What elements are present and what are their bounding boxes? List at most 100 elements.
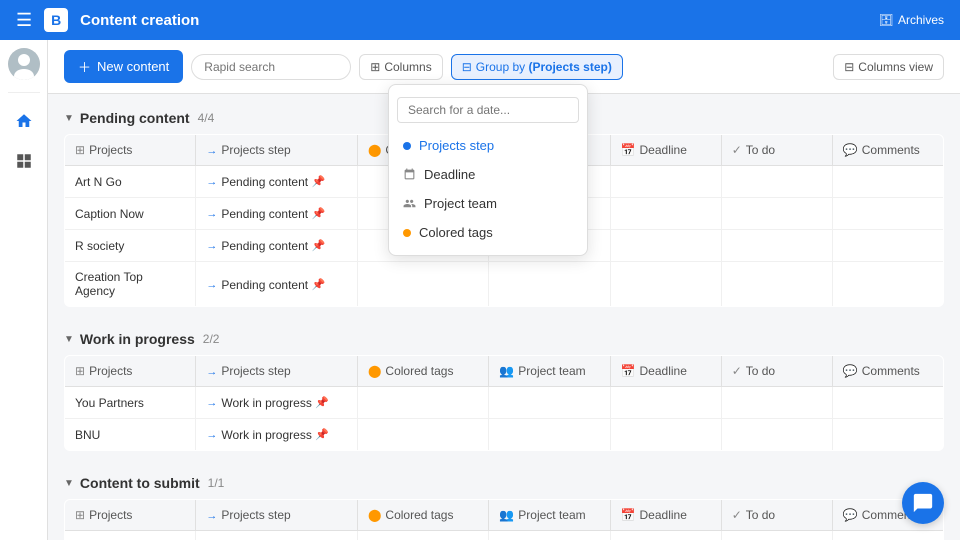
dropdown-search-input[interactable] xyxy=(397,97,579,123)
check-icon: ✓ xyxy=(732,143,742,157)
sidebar-grid-icon[interactable] xyxy=(8,145,40,177)
cell-todo xyxy=(721,419,832,451)
cell-todo xyxy=(721,166,832,198)
th-deadline: 📅Deadline xyxy=(610,135,721,166)
pin-icon: 📌 xyxy=(315,429,329,441)
th-colored-tags: ⬤Colored tags xyxy=(357,500,488,531)
archive-icon: 🗄 xyxy=(879,13,894,27)
th-comments: 💬Comments xyxy=(832,135,943,166)
columns-view-button[interactable]: ⊟ Columns view xyxy=(833,54,944,80)
main-content: ＋ New content ⊞ Columns ⊟ Group by (Proj… xyxy=(48,40,960,540)
cell-todo xyxy=(721,230,832,262)
th-todo: ✓To do xyxy=(721,500,832,531)
cell-deadline xyxy=(610,198,721,230)
chevron-icon: ▼ xyxy=(64,478,74,489)
cell-comments xyxy=(832,419,943,451)
group-by-button[interactable]: ⊟ Group by (Projects step) xyxy=(451,54,623,80)
cell-todo xyxy=(721,531,832,540)
cell-todo xyxy=(721,387,832,419)
arrow-icon: → xyxy=(206,510,217,522)
section-title: Work in progress xyxy=(80,331,195,347)
th-projects: ⊞Projects xyxy=(65,135,196,166)
cell-step: → Pending content 📌 xyxy=(196,262,358,307)
avatar[interactable] xyxy=(8,48,40,80)
cell-step: → Content to submit 📌 xyxy=(196,531,358,540)
search-input[interactable] xyxy=(191,54,351,80)
wip-table: ⊞Projects →Projects step ⬤Colored tags 👥… xyxy=(64,355,944,451)
cell-team xyxy=(489,387,610,419)
dropdown-item-projects-step[interactable]: Projects step xyxy=(389,131,587,160)
cal-icon: 📅 xyxy=(621,508,636,522)
left-sidebar xyxy=(0,40,48,540)
arrow-icon: → xyxy=(206,145,217,157)
cell-step: → Pending content 📌 xyxy=(196,198,358,230)
columns-button[interactable]: ⊞ Columns xyxy=(359,54,442,80)
dropdown-item-deadline[interactable]: Deadline xyxy=(389,160,587,189)
pin-icon: 📌 xyxy=(311,208,325,220)
group-by-label: Group by (Projects step) xyxy=(476,60,612,74)
step-arrow-icon: → xyxy=(206,176,217,188)
cell-todo xyxy=(721,262,832,307)
cell-deadline xyxy=(610,166,721,198)
cell-comments xyxy=(832,230,943,262)
pin-icon: 📌 xyxy=(311,176,325,188)
cell-project: Art N Go xyxy=(65,166,196,198)
th-project-team: 👥Project team xyxy=(489,356,610,387)
step-arrow-icon: → xyxy=(206,208,217,220)
table-row: Acme → Content to submit 📌 xyxy=(65,531,944,540)
comment-icon: 💬 xyxy=(843,143,858,157)
cell-deadline xyxy=(610,230,721,262)
arrow-icon: → xyxy=(206,366,217,378)
brand-logo: B xyxy=(44,8,68,32)
columns-icon: ⊞ xyxy=(370,60,380,74)
plus-icon: ＋ xyxy=(78,57,91,76)
cell-tags xyxy=(357,531,488,540)
section-work-in-progress: ▼ Work in progress 2/2 ⊞Projects →Projec… xyxy=(64,331,944,451)
cell-deadline xyxy=(610,262,721,307)
hamburger-icon[interactable]: ☰ xyxy=(16,10,32,31)
team-th-icon: 👥 xyxy=(499,508,514,522)
cell-comments xyxy=(832,531,943,540)
new-content-button[interactable]: ＋ New content xyxy=(64,50,183,83)
grid-icon: ⊞ xyxy=(75,143,85,157)
cell-deadline xyxy=(610,387,721,419)
cell-deadline xyxy=(610,419,721,451)
cell-step: → Pending content 📌 xyxy=(196,166,358,198)
app-title: Content creation xyxy=(80,12,199,29)
section-count: 2/2 xyxy=(203,332,220,346)
section-header-submit[interactable]: ▼ Content to submit 1/1 xyxy=(64,475,944,491)
group-icon: ⊟ xyxy=(462,60,472,74)
columns-view-label: Columns view xyxy=(858,60,933,74)
cell-project: R society xyxy=(65,230,196,262)
team-icon xyxy=(403,197,416,210)
th-deadline: 📅Deadline xyxy=(610,356,721,387)
check-icon: ✓ xyxy=(732,364,742,378)
dropdown-item-label: Project team xyxy=(424,196,497,211)
section-header-wip[interactable]: ▼ Work in progress 2/2 xyxy=(64,331,944,347)
sidebar-home-icon[interactable] xyxy=(8,105,40,137)
cell-team xyxy=(489,531,610,540)
archives-button[interactable]: 🗄 Archives xyxy=(879,13,944,27)
comment-icon: 💬 xyxy=(843,508,858,522)
comment-icon: 💬 xyxy=(843,364,858,378)
th-todo: ✓To do xyxy=(721,356,832,387)
pin-icon: 📌 xyxy=(315,397,329,409)
dropdown-item-colored-tags[interactable]: Colored tags xyxy=(389,218,587,247)
chat-bubble-button[interactable] xyxy=(902,482,944,524)
cell-tags xyxy=(357,419,488,451)
step-arrow-icon: → xyxy=(206,429,217,441)
cell-comments xyxy=(832,262,943,307)
section-title: Pending content xyxy=(80,110,190,126)
dropdown-item-project-team[interactable]: Project team xyxy=(389,189,587,218)
check-icon: ✓ xyxy=(732,508,742,522)
step-arrow-icon: → xyxy=(206,397,217,409)
th-deadline: 📅Deadline xyxy=(610,500,721,531)
chat-icon xyxy=(912,492,934,514)
cal-icon: 📅 xyxy=(621,143,636,157)
group-by-dropdown: Projects step Deadline Project team Colo… xyxy=(388,84,588,256)
cell-team xyxy=(489,419,610,451)
th-todo: ✓To do xyxy=(721,135,832,166)
tag-icon: ⬤ xyxy=(368,364,381,378)
dropdown-item-label: Deadline xyxy=(424,167,475,182)
table-row: Creation Top Agency → Pending content 📌 xyxy=(65,262,944,307)
